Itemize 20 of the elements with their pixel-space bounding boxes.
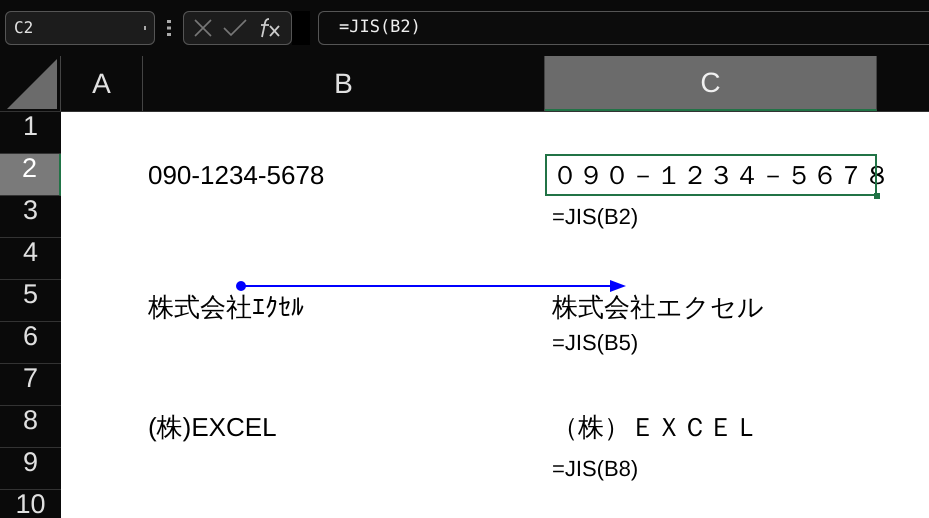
- cancel-icon[interactable]: [194, 19, 212, 37]
- more-icon[interactable]: [167, 20, 171, 36]
- cell-text: 株式会社エクセル: [552, 294, 764, 320]
- cell-text: （株）ＥＸＣＥＬ: [552, 414, 760, 440]
- cell-text: 090-1234-5678: [148, 162, 324, 188]
- name-box[interactable]: C2: [5, 11, 155, 45]
- column-header[interactable]: C: [545, 56, 877, 111]
- function-icon[interactable]: [259, 18, 282, 38]
- fill-handle[interactable]: [874, 193, 880, 199]
- cell-text: (株)EXCEL: [148, 414, 277, 440]
- row-header[interactable]: 2: [0, 154, 61, 196]
- formula-field[interactable]: =JIS(B2): [318, 11, 929, 45]
- check-icon[interactable]: [223, 19, 248, 37]
- cell-text: =JIS(B5): [552, 332, 638, 354]
- cell-text: =JIS(B2): [552, 206, 638, 228]
- select-all-icon[interactable]: [7, 59, 57, 109]
- cell-text: =JIS(B8): [552, 458, 638, 480]
- separator-bar: [292, 11, 310, 45]
- cell-text: 株式会社ｴｸｾﾙ: [148, 294, 304, 320]
- column-header[interactable]: A: [61, 56, 143, 111]
